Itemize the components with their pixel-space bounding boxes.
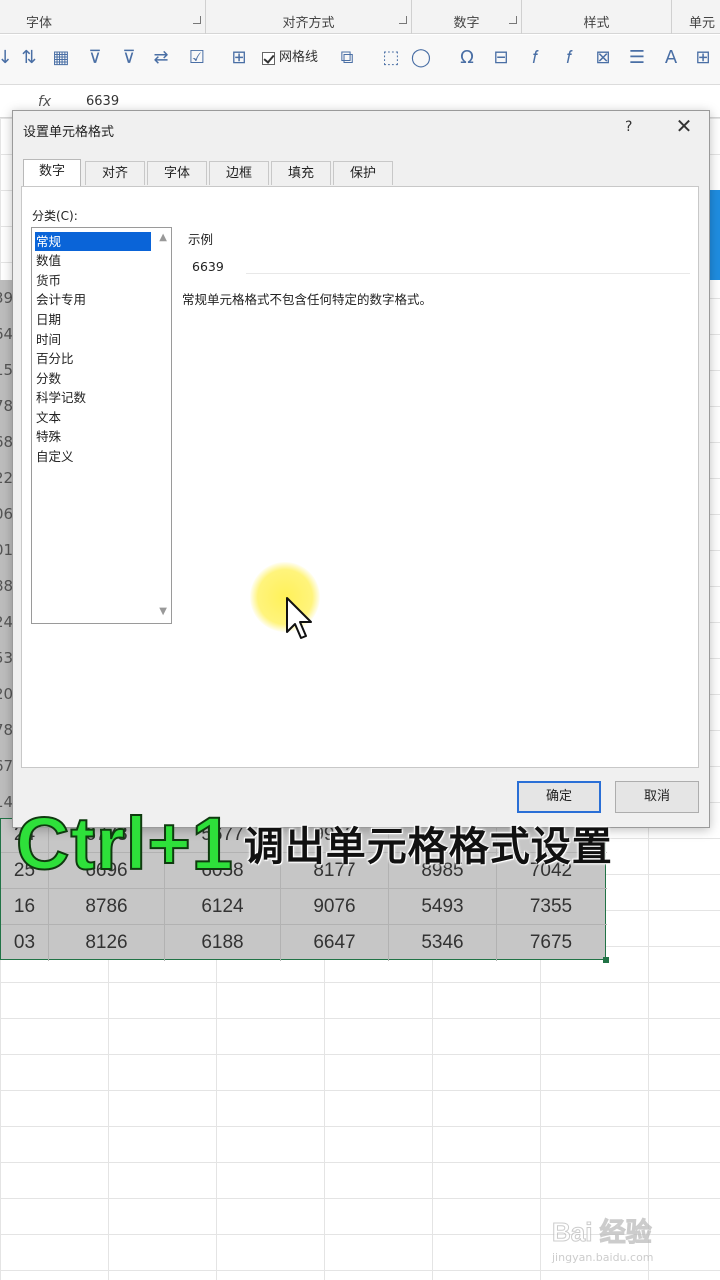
grid-cell[interactable]: 7355 (497, 889, 605, 925)
list-item-accounting[interactable]: 会计专用 (35, 290, 151, 309)
list-item-number[interactable]: 数值 (35, 251, 151, 270)
list-item-text[interactable]: 文本 (35, 408, 151, 427)
category-list[interactable]: 常规 数值 货币 会计专用 日期 时间 百分比 分数 科学记数 文本 特殊 自定… (31, 227, 172, 624)
paste-special-icon[interactable]: ⧉ (336, 47, 358, 69)
clear-format-icon[interactable]: 𝑓 (524, 47, 546, 69)
format-cells-dialog: 设置单元格格式 ? ✕ 数字 对齐 字体 边框 填充 保护 分类(C): 常规 … (12, 110, 710, 828)
help-button[interactable]: ? (625, 119, 632, 135)
ribbon-group-styles: 样式 (522, 0, 672, 34)
conditional-format-icon[interactable]: ☰ (626, 47, 648, 69)
grid-cell[interactable]: 8126 (49, 925, 165, 961)
scroll-down-icon[interactable]: ▼ (159, 606, 167, 617)
filter-icon[interactable]: ⊽ (84, 47, 106, 69)
ribbon-toolbar: ↓ ⇅ ▦ ⊽ ⊽ ⇄ ☑ ⊞ 网格线 ⧉ ⬚ ◯ Ω ⊟ 𝑓 𝑓 ⊠ ☰ A … (0, 35, 720, 85)
delete-cells-icon[interactable]: ⊠ (592, 47, 614, 69)
text-box-icon[interactable]: A (660, 47, 682, 69)
category-label: 分类(C): (32, 209, 78, 223)
list-item-fraction[interactable]: 分数 (35, 369, 151, 388)
shape-fill-icon[interactable]: ◯ (410, 47, 432, 69)
tab-font[interactable]: 字体 (147, 161, 207, 185)
convert-icon[interactable]: ⇄ (150, 47, 172, 69)
grid-cell[interactable]: 03 (1, 925, 49, 961)
grid-cell[interactable]: 9076 (281, 889, 389, 925)
divider (246, 273, 690, 274)
table-row: 03 8126 6188 6647 5346 7675 (1, 925, 607, 961)
list-item-custom[interactable]: 自定义 (35, 447, 151, 466)
gridlines-toggle[interactable]: 网格线 (262, 47, 318, 69)
ribbon-group-label: 样式 (583, 16, 610, 31)
ribbon-group-number: 数字 (412, 0, 522, 34)
list-item-date[interactable]: 日期 (35, 310, 151, 329)
dialog-launcher-icon[interactable] (509, 16, 517, 24)
watermark-logo: Bai 经验 (552, 1217, 653, 1248)
list-item-time[interactable]: 时间 (35, 330, 151, 349)
ribbon-group-label: 对齐方式 (282, 16, 335, 31)
close-icon[interactable]: ✕ (676, 114, 693, 138)
grid-cell[interactable]: 5493 (389, 889, 497, 925)
close-button[interactable]: ✕ (673, 115, 695, 137)
grid-cell[interactable]: 6124 (165, 889, 281, 925)
dialog-launcher-icon[interactable] (193, 16, 201, 24)
shapes-icon[interactable]: ⬚ (380, 47, 402, 69)
list-item-currency[interactable]: 货币 (35, 271, 151, 290)
function-icon[interactable]: 𝑓 (558, 47, 580, 69)
list-item-general[interactable]: 常规 (35, 232, 151, 251)
ribbon-group-font: 字体 (0, 0, 206, 34)
grid-view-icon[interactable]: ⊞ (692, 47, 714, 69)
tab-border[interactable]: 边框 (209, 161, 269, 185)
grid-cell[interactable]: 7675 (497, 925, 605, 961)
grid-cell[interactable]: 16 (1, 889, 49, 925)
sort-icon[interactable]: ↓ (0, 47, 16, 69)
tab-protection[interactable]: 保护 (333, 161, 393, 185)
list-item-special[interactable]: 特殊 (35, 427, 151, 446)
table-grid-icon[interactable]: ⊞ (228, 47, 250, 69)
tab-number[interactable]: 数字 (23, 159, 81, 186)
fill-handle[interactable] (603, 957, 609, 963)
ribbon-group-label: 单元 (688, 16, 715, 31)
data-validation-icon[interactable]: ☑ (186, 47, 208, 69)
watermark-url: jingyan.baidu.com (552, 1251, 654, 1264)
ribbon-group-label: 数字 (453, 16, 480, 31)
tab-fill[interactable]: 填充 (271, 161, 331, 185)
fx-icon[interactable]: fx (38, 94, 51, 110)
table-insert-icon[interactable]: ▦ (50, 47, 72, 69)
ribbon-group-labels: 字体 对齐方式 数字 样式 单元 (0, 0, 720, 34)
omega-symbol-icon[interactable]: Ω (456, 47, 478, 69)
caption-text: 调出单元格格式设置 (243, 824, 613, 870)
formula-input[interactable]: 6639 (86, 94, 119, 109)
equation-icon[interactable]: ⊟ (490, 47, 512, 69)
list-item-percentage[interactable]: 百分比 (35, 349, 151, 368)
number-tab-panel: 分类(C): 常规 数值 货币 会计专用 日期 时间 百分比 分数 科学记数 文… (21, 186, 699, 768)
shortcut-key: Ctrl+1 (15, 802, 234, 885)
sample-value: 6639 (192, 259, 224, 274)
cancel-button[interactable]: 取消 (615, 781, 699, 813)
tab-alignment[interactable]: 对齐 (85, 161, 145, 185)
dialog-launcher-icon[interactable] (399, 16, 407, 24)
advanced-filter-icon[interactable]: ⊽ (118, 47, 140, 69)
gridlines-label: 网格线 (279, 50, 319, 65)
grid-cell[interactable]: 5346 (389, 925, 497, 961)
ribbon-group-alignment: 对齐方式 (206, 0, 412, 34)
ribbon-group-label: 字体 (26, 16, 53, 31)
dialog-title: 设置单元格格式 (23, 125, 115, 140)
grid-cell[interactable]: 8786 (49, 889, 165, 925)
format-description: 常规单元格格式不包含任何特定的数字格式。 (182, 292, 433, 307)
grid-cell[interactable]: 6647 (281, 925, 389, 961)
grid-cell[interactable]: 6188 (165, 925, 281, 961)
baidu-watermark: Bai 经验 jingyan.baidu.com (552, 1212, 712, 1268)
sample-label: 示例 (188, 232, 214, 247)
tutorial-caption: Ctrl+1 调出单元格格式设置 (15, 794, 613, 885)
list-item-scientific[interactable]: 科学记数 (35, 388, 151, 407)
sort-az-icon[interactable]: ⇅ (18, 47, 40, 69)
table-row: 16 8786 6124 9076 5493 7355 (1, 889, 607, 925)
scroll-up-icon[interactable]: ▲ (159, 232, 167, 243)
checkbox-icon[interactable] (262, 51, 275, 65)
ribbon-group-cells: 单元 (672, 0, 720, 34)
mouse-pointer-icon (286, 597, 312, 639)
